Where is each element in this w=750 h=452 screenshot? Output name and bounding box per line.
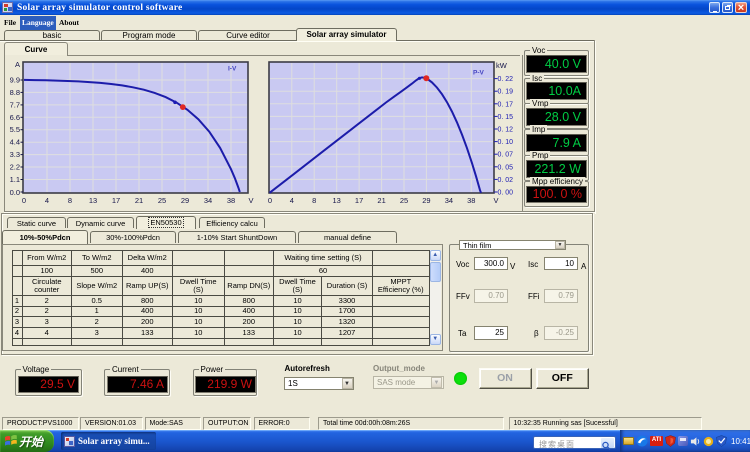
svg-text:8: 8 (312, 196, 316, 205)
svg-text:9.9: 9.9 (10, 76, 20, 85)
svg-text:0. 07: 0. 07 (498, 152, 514, 159)
svg-text:3.3: 3.3 (10, 150, 20, 159)
svg-text:34: 34 (445, 196, 453, 205)
svg-text:21: 21 (135, 196, 143, 205)
svg-text:29: 29 (422, 196, 430, 205)
svg-text:4: 4 (45, 196, 49, 205)
svg-text:0: 0 (268, 196, 272, 205)
svg-text:25: 25 (400, 196, 408, 205)
svg-text:P-V: P-V (473, 70, 485, 77)
svg-text:1.1: 1.1 (10, 175, 20, 184)
svg-text:29: 29 (181, 196, 189, 205)
svg-text:I-V: I-V (228, 66, 237, 73)
svg-text:25: 25 (158, 196, 166, 205)
svg-text:0. 15: 0. 15 (498, 114, 514, 121)
svg-text:8.8: 8.8 (10, 88, 20, 97)
svg-text:38: 38 (467, 196, 475, 205)
svg-text:4.4: 4.4 (10, 138, 20, 147)
svg-text:0.0: 0.0 (10, 188, 20, 197)
svg-text:0. 22: 0. 22 (498, 76, 514, 83)
svg-text:A: A (15, 60, 20, 69)
svg-text:0. 12: 0. 12 (498, 127, 514, 134)
svg-text:13: 13 (89, 196, 97, 205)
svg-text:0. 05: 0. 05 (498, 164, 514, 171)
svg-text:34: 34 (204, 196, 212, 205)
svg-text:17: 17 (112, 196, 120, 205)
svg-text:0. 02: 0. 02 (498, 177, 514, 184)
svg-text:7.7: 7.7 (10, 100, 20, 109)
svg-text:38: 38 (227, 196, 235, 205)
svg-text:0: 0 (22, 196, 26, 205)
svg-text:8: 8 (68, 196, 72, 205)
svg-text:4: 4 (290, 196, 294, 205)
svg-text:21: 21 (377, 196, 385, 205)
svg-text:0. 00: 0. 00 (498, 190, 514, 197)
svg-text:2.2: 2.2 (10, 163, 20, 172)
svg-text:0. 10: 0. 10 (498, 139, 514, 146)
svg-text:kW: kW (496, 61, 508, 70)
svg-text:6.6: 6.6 (10, 113, 20, 122)
svg-text:V: V (248, 196, 253, 205)
svg-text:5.5: 5.5 (10, 125, 20, 134)
svg-text:V: V (493, 196, 498, 205)
svg-text:0. 17: 0. 17 (498, 101, 514, 108)
svg-text:0. 19: 0. 19 (498, 89, 514, 96)
svg-text:13: 13 (333, 196, 341, 205)
svg-text:17: 17 (355, 196, 363, 205)
